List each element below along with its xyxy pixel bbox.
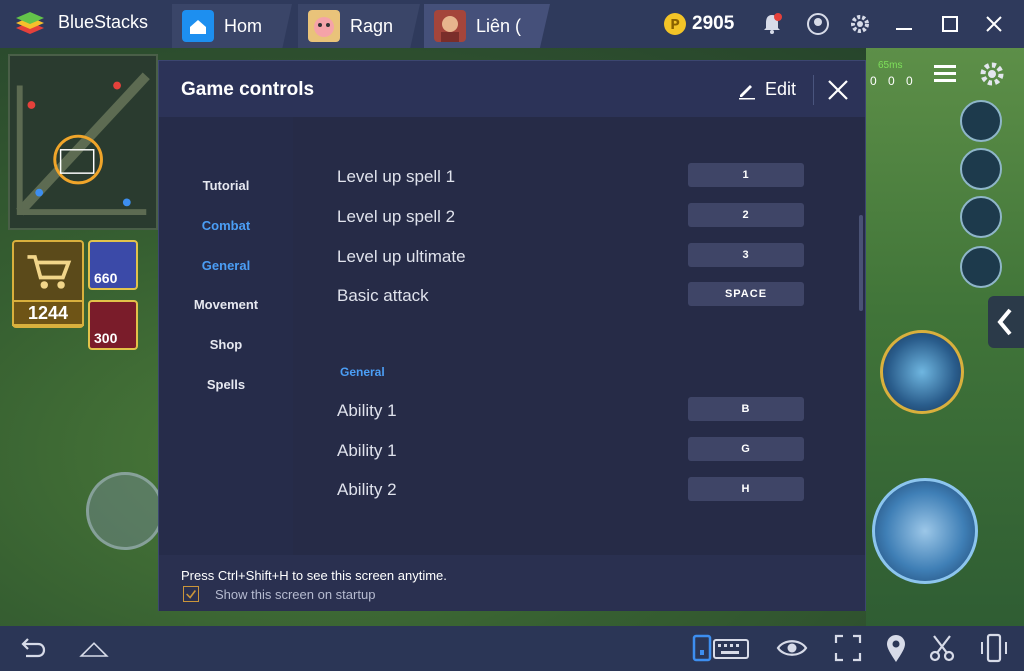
tab-lien-quan[interactable]: Liên (: [424, 4, 550, 48]
account-icon[interactable]: [804, 10, 832, 38]
ping-readout: 65ms: [878, 60, 903, 71]
nav-item-tutorial[interactable]: Tutorial: [159, 178, 293, 193]
key-binding[interactable]: B: [688, 397, 804, 421]
side-panel-toggle[interactable]: [988, 296, 1024, 348]
bluestacks-logo-icon: [16, 12, 44, 34]
shortcut-hint: Press Ctrl+Shift+H to see this screen an…: [181, 568, 447, 583]
item-value: 300: [94, 330, 118, 346]
eye-icon[interactable]: [776, 632, 808, 664]
tab-label: Liên (: [476, 16, 522, 36]
nav-item-shop[interactable]: Shop: [159, 337, 293, 352]
tab-label: Ragn: [350, 16, 394, 36]
skill-sword-icon[interactable]: [960, 100, 1002, 142]
menu-icon[interactable]: [932, 62, 958, 86]
startup-label: Show this screen on startup: [215, 587, 376, 602]
skill-flag-icon[interactable]: [960, 196, 1002, 238]
stat-value: 0: [906, 74, 913, 88]
checkmark-icon: [186, 590, 197, 599]
game-controls-dialog: Game controls Edit Tutorial Combat Gener…: [158, 60, 866, 611]
scrollbar-thumb[interactable]: [859, 215, 863, 311]
attack-fist-icon[interactable]: [872, 478, 978, 584]
tab-label: Hom: [224, 16, 263, 36]
coin-icon: P: [664, 13, 686, 35]
joystick[interactable]: [86, 472, 164, 550]
stat-value: 0: [888, 74, 895, 88]
stat-value: 0: [870, 74, 877, 88]
app-name: BlueStacks: [58, 12, 149, 32]
key-binding[interactable]: 1: [688, 163, 804, 187]
shopping-cart-icon: [27, 255, 72, 289]
key-binding[interactable]: H: [688, 477, 804, 501]
dialog-nav: Tutorial Combat General Movement Shop Sp…: [159, 117, 293, 555]
dialog-footer: Press Ctrl+Shift+H to see this screen an…: [159, 555, 865, 611]
edit-button[interactable]: Edit: [733, 75, 801, 105]
dialog-header: Game controls Edit: [159, 61, 865, 117]
item-slot-2[interactable]: 300: [88, 300, 138, 350]
control-label: Basic attack: [337, 286, 429, 305]
gear-icon[interactable]: [846, 10, 874, 38]
edit-label: Edit: [765, 79, 797, 99]
control-label: Ability 2: [337, 480, 397, 499]
nav-item-movement[interactable]: Movement: [159, 297, 293, 312]
tab-ragnarok[interactable]: Ragn: [298, 4, 420, 48]
section-heading: General: [340, 365, 385, 379]
control-label: Level up spell 2: [337, 207, 456, 226]
back-icon[interactable]: [16, 632, 48, 664]
ragnarok-game-icon: [308, 10, 340, 42]
dialog-content: Level up spell 1 1 Level up spell 2 2 Le…: [293, 117, 865, 555]
header-divider: [813, 75, 814, 105]
minimize-icon[interactable]: [890, 10, 918, 38]
pencil-icon: [739, 85, 755, 100]
dialog-title: Game controls: [181, 79, 315, 100]
item-value: 660: [94, 270, 118, 286]
svg-text:P: P: [670, 18, 680, 33]
skill-shield-icon[interactable]: [960, 148, 1002, 190]
control-label: Ability 1: [337, 401, 397, 420]
startup-checkbox[interactable]: [183, 586, 199, 602]
rotate-phone-icon[interactable]: [978, 632, 1010, 664]
control-label: Ability 1: [337, 441, 397, 460]
window-close-icon[interactable]: [980, 10, 1008, 38]
home-icon[interactable]: [78, 632, 110, 664]
key-binding[interactable]: G: [688, 437, 804, 461]
location-icon[interactable]: [880, 632, 912, 664]
scissors-icon[interactable]: [926, 632, 958, 664]
control-label: Level up ultimate: [337, 247, 466, 266]
key-binding[interactable]: 3: [688, 243, 804, 267]
ultimate-skill-icon[interactable]: [880, 330, 964, 414]
settings-icon[interactable]: [976, 58, 1008, 90]
lien-quan-game-icon: [434, 10, 466, 42]
minimap[interactable]: [8, 54, 158, 230]
key-binding[interactable]: SPACE: [688, 282, 804, 306]
nav-item-general[interactable]: General: [159, 258, 293, 273]
dialog-close-icon[interactable]: [825, 77, 851, 103]
item-slot-1[interactable]: 660: [88, 240, 138, 290]
bell-icon[interactable]: [758, 10, 786, 38]
control-label: Level up spell 1: [337, 167, 456, 186]
chevron-left-icon: [997, 308, 1012, 336]
maximize-icon[interactable]: [936, 10, 964, 38]
chat-icon[interactable]: [960, 246, 1002, 288]
fullscreen-icon[interactable]: [832, 632, 864, 664]
gold-counter: 1244: [12, 300, 84, 326]
nav-item-spells[interactable]: Spells: [159, 377, 293, 392]
nav-item-combat[interactable]: Combat: [159, 218, 293, 233]
bottom-toolbar: [0, 626, 1024, 671]
key-binding[interactable]: 2: [688, 203, 804, 227]
tab-home[interactable]: Hom: [172, 4, 292, 48]
keyboard-toggle-icon[interactable]: [692, 632, 752, 664]
coin-count: 2905: [692, 13, 735, 34]
home-icon: [182, 10, 214, 42]
title-bar: BlueStacks Hom Ragn Liên ( P 2905: [0, 0, 1024, 48]
